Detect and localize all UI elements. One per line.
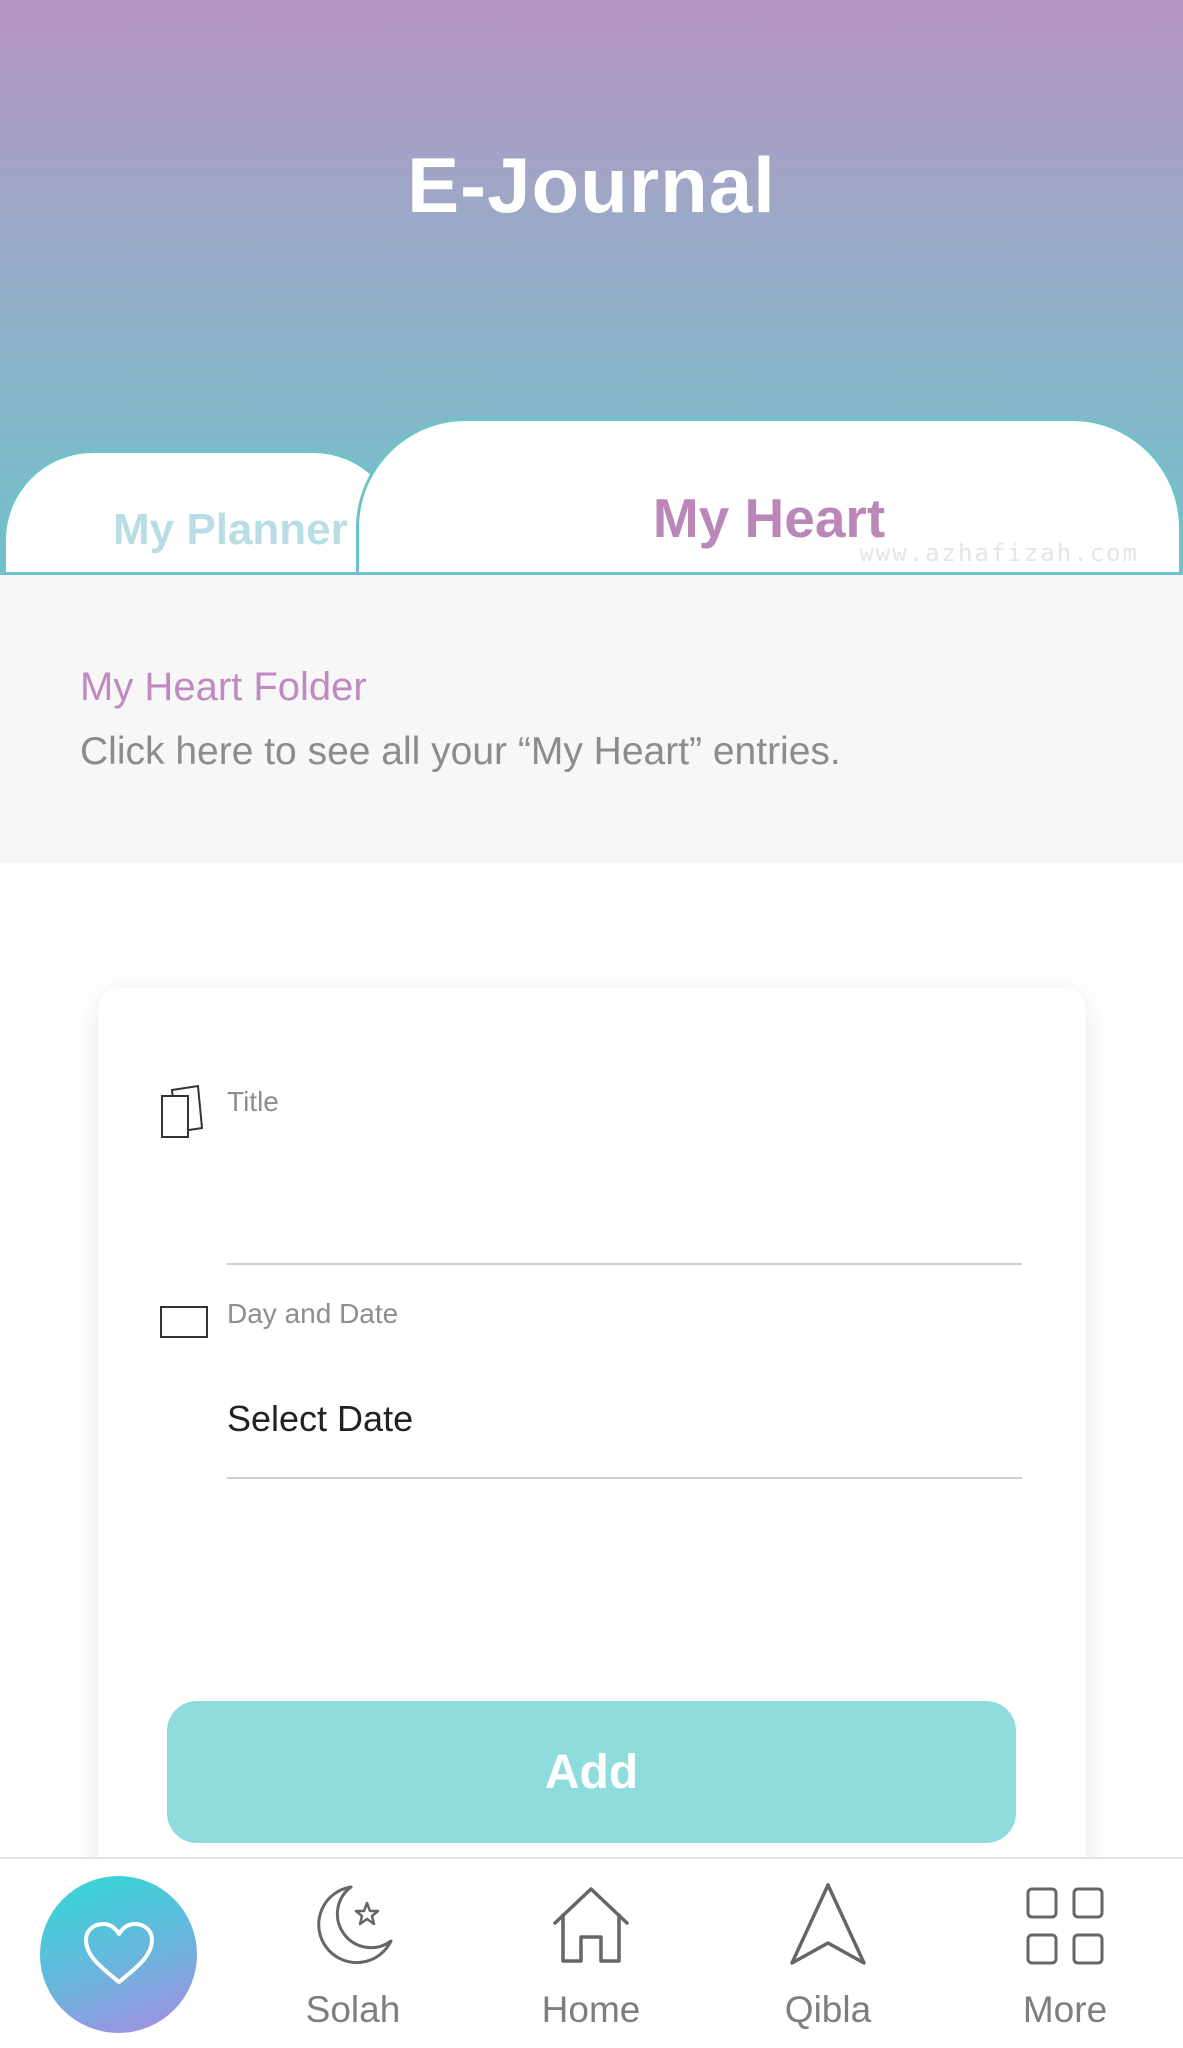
add-button[interactable]: Add <box>167 1701 1016 1843</box>
watermark: www.azhafizah.com <box>859 539 1139 567</box>
home-icon <box>553 1887 629 1963</box>
nav-item-my-heart[interactable] <box>40 1876 197 2033</box>
tab-my-planner[interactable]: My Planner <box>3 450 403 575</box>
select-date-field[interactable]: Select Date <box>227 1398 413 1440</box>
tab-my-planner-label: My Planner <box>113 505 348 554</box>
heart-icon <box>84 1922 154 1984</box>
nav-item-solah[interactable]: Solah <box>258 1859 448 2048</box>
crescent-star-icon <box>317 1885 393 1964</box>
documents-icon <box>161 1084 204 1138</box>
date-underline <box>227 1477 1022 1479</box>
title-input[interactable] <box>227 1153 1022 1243</box>
nav-item-qibla[interactable]: Qibla <box>733 1859 923 2048</box>
page-title: E-Journal <box>407 141 776 229</box>
nav-label-home: Home <box>541 1989 641 2030</box>
folder-title: My Heart Folder <box>80 665 367 709</box>
grid-icon <box>1026 1887 1104 1965</box>
calendar-icon <box>160 1306 208 1338</box>
folder-description: Click here to see all your “My Heart” en… <box>80 730 841 773</box>
tab-my-heart[interactable]: My Heart www.azhafizah.com <box>356 418 1182 575</box>
title-label: Title <box>227 1086 279 1117</box>
navigation-arrow-icon <box>790 1883 866 1965</box>
date-label: Day and Date <box>227 1298 399 1329</box>
nav-label-more: More <box>1022 1989 1108 2030</box>
title-underline <box>227 1263 1022 1265</box>
nav-label-qibla: Qibla <box>784 1989 872 2030</box>
nav-item-more[interactable]: More <box>970 1859 1160 2048</box>
nav-label-solah: Solah <box>305 1989 401 2030</box>
my-heart-folder-link[interactable]: My Heart Folder Click here to see all yo… <box>0 575 1183 863</box>
nav-item-home[interactable]: Home <box>496 1859 686 2048</box>
